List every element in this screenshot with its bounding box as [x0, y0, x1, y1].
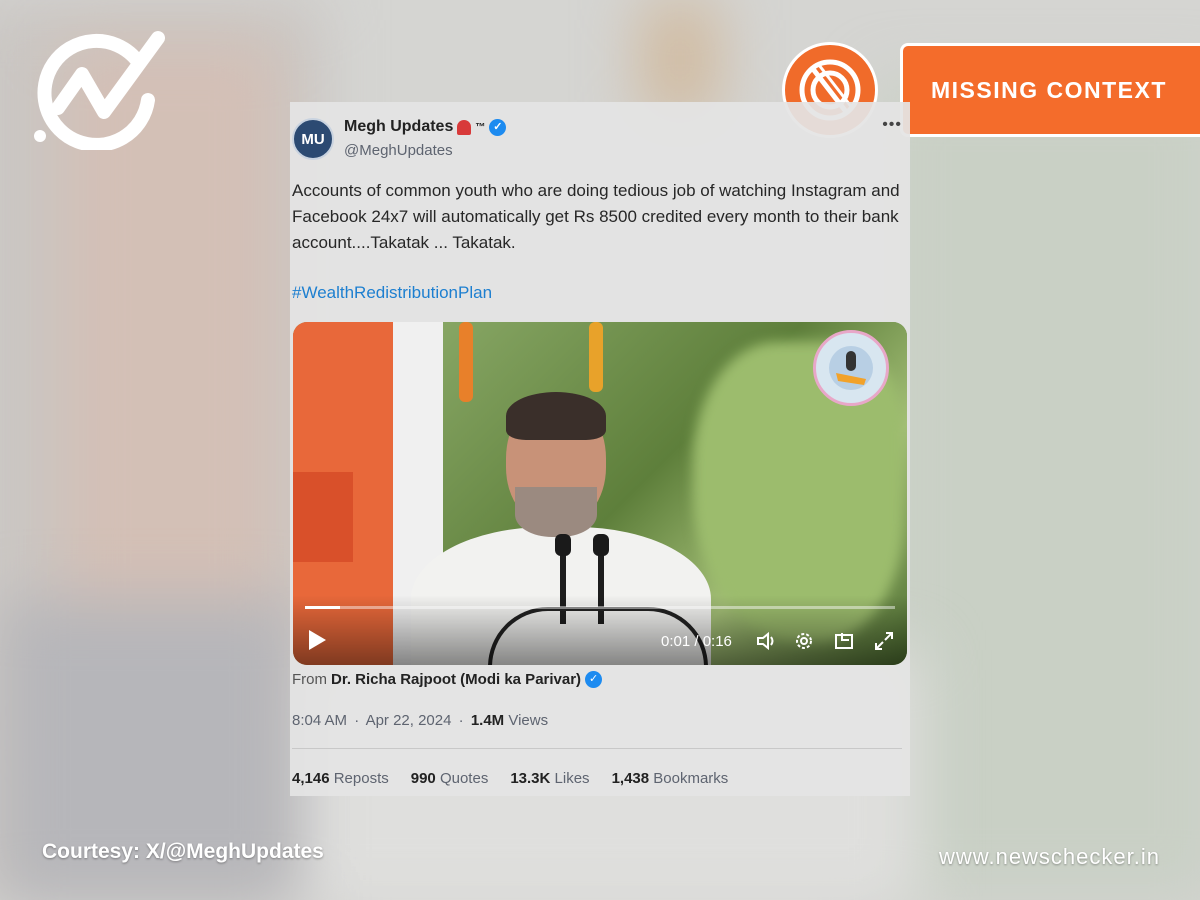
author-name[interactable]: Megh Updates — [344, 118, 453, 136]
quotes-stat[interactable]: 990 Quotes — [411, 770, 489, 787]
tweet-meta: 8:04 AM · Apr 22, 2024 · 1.4M Views — [292, 712, 548, 729]
more-icon[interactable]: ••• — [882, 116, 902, 134]
video-time: 0:01 / 0:16 — [661, 633, 732, 650]
video-player[interactable]: 0:01 / 0:16 — [293, 322, 907, 665]
verified-icon: ✓ — [585, 671, 603, 688]
play-icon[interactable] — [307, 629, 327, 651]
tweet-text: Accounts of common youth who are doing t… — [292, 181, 900, 252]
channel-watermark-logo — [813, 330, 889, 406]
divider — [292, 748, 902, 749]
bookmarks-count: 1,438 — [611, 770, 650, 787]
video-source: From Dr. Richa Rajpoot (Modi ka Parivar)… — [292, 671, 603, 688]
meta-separator: · — [354, 712, 360, 729]
author-handle[interactable]: @MeghUpdates — [344, 142, 453, 159]
hashtag-link[interactable]: #WealthRedistributionPlan — [292, 283, 492, 303]
newschecker-logo — [34, 31, 165, 150]
volume-icon[interactable] — [755, 630, 777, 652]
engagement-stats: 4,146 Reposts 990 Quotes 13.3K Likes 1,4… — [292, 770, 728, 787]
fullscreen-icon[interactable] — [873, 630, 895, 652]
siren-icon — [457, 119, 472, 135]
verified-icon: ✓ — [489, 118, 507, 136]
from-author-link[interactable]: Dr. Richa Rajpoot (Modi ka Parivar) — [331, 671, 581, 688]
courtesy-credit: Courtesy: X/@MeghUpdates — [42, 840, 324, 863]
missing-context-badge: MISSING CONTEXT — [900, 43, 1200, 137]
quotes-label: Quotes — [439, 770, 489, 787]
likes-stat[interactable]: 13.3K Likes — [510, 770, 589, 787]
settings-gear-icon[interactable] — [793, 630, 815, 652]
tweet-time[interactable]: 8:04 AM — [292, 712, 347, 729]
trademark: ™ — [475, 121, 486, 133]
reposts-stat[interactable]: 4,146 Reposts — [292, 770, 389, 787]
views-count: 1.4M — [470, 712, 505, 729]
meta-separator: · — [458, 712, 464, 729]
likes-label: Likes — [554, 770, 590, 787]
avatar[interactable]: MU — [292, 118, 334, 160]
author-name-row: Megh Updates ™ ✓ — [344, 118, 507, 136]
views-label: Views — [508, 712, 549, 729]
site-url: www.newschecker.in — [939, 844, 1160, 869]
quotes-count: 990 — [410, 770, 436, 787]
from-label: From — [292, 671, 327, 688]
tweet-card: MU Megh Updates ™ ✓ @MeghUpdates ••• Acc… — [290, 102, 910, 796]
likes-count: 13.3K — [510, 770, 551, 787]
bookmarks-label: Bookmarks — [653, 770, 729, 787]
bookmarks-stat[interactable]: 1,438 Bookmarks — [612, 770, 729, 787]
picture-in-picture-icon[interactable] — [833, 630, 855, 652]
tweet-date[interactable]: Apr 22, 2024 — [366, 712, 452, 729]
reposts-count: 4,146 — [292, 770, 330, 787]
video-progress-bar[interactable] — [305, 606, 895, 609]
reposts-label: Reposts — [333, 770, 389, 787]
